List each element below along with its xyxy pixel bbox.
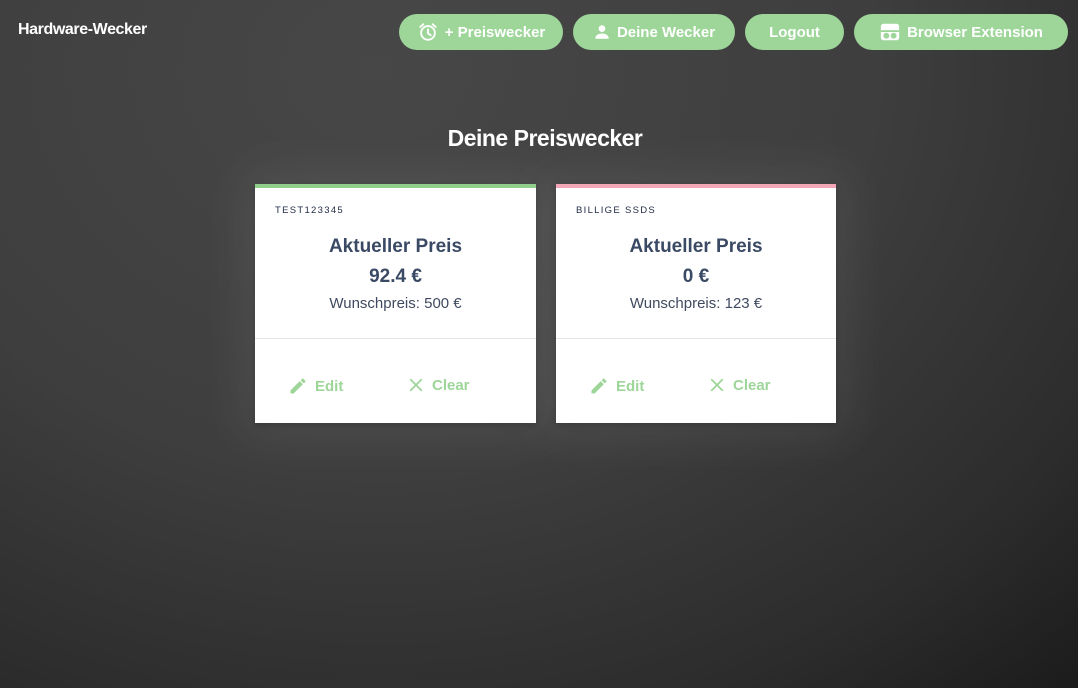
brand-logo[interactable]: Hardware-Wecker [18,21,147,39]
pencil-icon [288,376,308,396]
alarm-clock-icon [417,21,439,43]
logout-label: Logout [769,23,820,41]
navbar: Hardware-Wecker + Preiswecker Deine Weck… [0,0,1078,64]
card-divider [556,338,836,339]
edit-label: Edit [315,377,344,395]
page-title: Deine Preiswecker [447,125,643,151]
price-alarm-card: BILLIGE SSDS Aktueller Preis 0 € Wunschp… [556,184,836,423]
add-price-alarm-button[interactable]: + Preiswecker [399,14,563,50]
user-icon [593,23,611,41]
clear-label: Clear [432,376,470,394]
edit-button[interactable]: Edit [288,376,343,396]
alarm-name: BILLIGE SSDS [576,205,657,216]
logout-button[interactable]: Logout [745,14,844,50]
card-divider [255,338,536,339]
price-alarm-card: TEST123345 Aktueller Preis 92.4 € Wunsch… [255,184,536,423]
my-alarms-label: Deine Wecker [616,23,716,41]
alarm-name: TEST123345 [275,205,344,216]
current-price-value: 92.4 € [369,266,422,287]
edit-button[interactable]: Edit [589,376,644,396]
browser-extension-label: Browser Extension [907,23,1043,41]
close-icon [708,376,726,394]
browser-extension-button[interactable]: Browser Extension [854,14,1068,50]
current-price-heading: Aktueller Preis [629,236,763,257]
edit-label: Edit [616,377,645,395]
add-price-alarm-label: + Preiswecker [444,23,546,41]
extension-icon [879,21,901,43]
current-price-value: 0 € [682,266,710,287]
current-price-heading: Aktueller Preis [328,236,463,257]
pencil-icon [589,376,609,396]
clear-button[interactable]: Clear [407,376,470,394]
wish-price: Wunschpreis: 500 € [329,295,462,312]
clear-label: Clear [733,376,771,394]
my-alarms-button[interactable]: Deine Wecker [573,14,735,50]
close-icon [407,376,425,394]
clear-button[interactable]: Clear [708,376,771,394]
wish-price: Wunschpreis: 123 € [629,295,763,312]
